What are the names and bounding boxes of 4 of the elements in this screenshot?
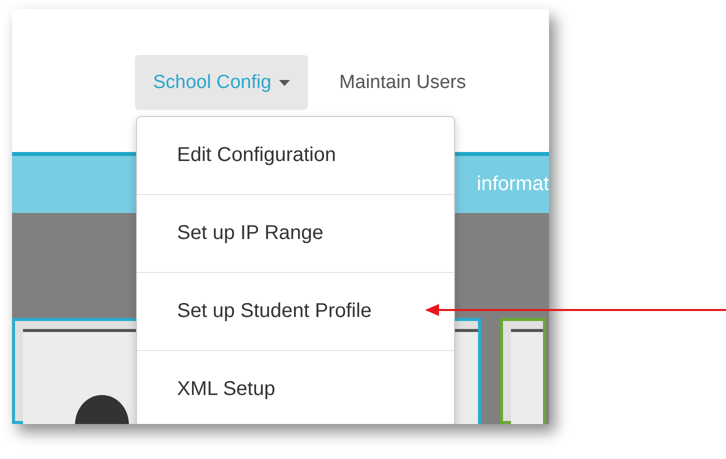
menu-item[interactable]: Set up IP Range [137, 195, 454, 273]
caret-icon [279, 80, 290, 86]
menu-item[interactable]: Edit Configuration [137, 117, 454, 195]
banner-text: informat [476, 173, 549, 196]
